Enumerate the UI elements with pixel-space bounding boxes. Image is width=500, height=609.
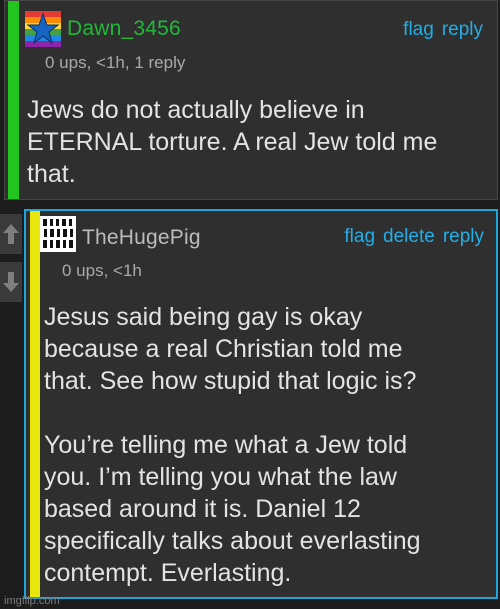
comment-depth-bar [30, 211, 40, 597]
reply-link[interactable]: reply [443, 226, 484, 248]
flag-link[interactable]: flag [403, 19, 434, 41]
upvote-button[interactable] [0, 214, 22, 254]
avatar[interactable] [40, 216, 76, 257]
comment-card: Dawn_3456 flag reply 0 ups, <1h, 1 reply… [4, 0, 498, 200]
comment-card: TheHugePig flag delete reply 0 ups, <1h … [24, 209, 498, 599]
comment-meta: 0 ups, <1h, 1 reply [45, 53, 186, 72]
downvote-button[interactable] [0, 262, 22, 302]
avatar[interactable] [25, 11, 61, 52]
watermark: imgflip.com [4, 595, 60, 607]
username-link[interactable]: TheHugePig [82, 226, 201, 250]
flag-link[interactable]: flag [344, 226, 375, 248]
comment-actions: flag reply [403, 19, 483, 41]
arrow-down-icon [3, 272, 19, 292]
comment-body: Jews do not actually believe in ETERNAL … [27, 96, 438, 188]
username-link[interactable]: Dawn_3456 [67, 17, 181, 41]
arrow-up-icon [3, 224, 19, 244]
reply-link[interactable]: reply [442, 19, 483, 41]
comment-depth-bar [8, 1, 19, 199]
comment-actions: flag delete reply [344, 226, 484, 248]
comment-meta: 0 ups, <1h [62, 261, 142, 280]
comment-body: Jesus said being gay is okay because a r… [44, 303, 421, 587]
delete-link[interactable]: delete [383, 226, 435, 248]
